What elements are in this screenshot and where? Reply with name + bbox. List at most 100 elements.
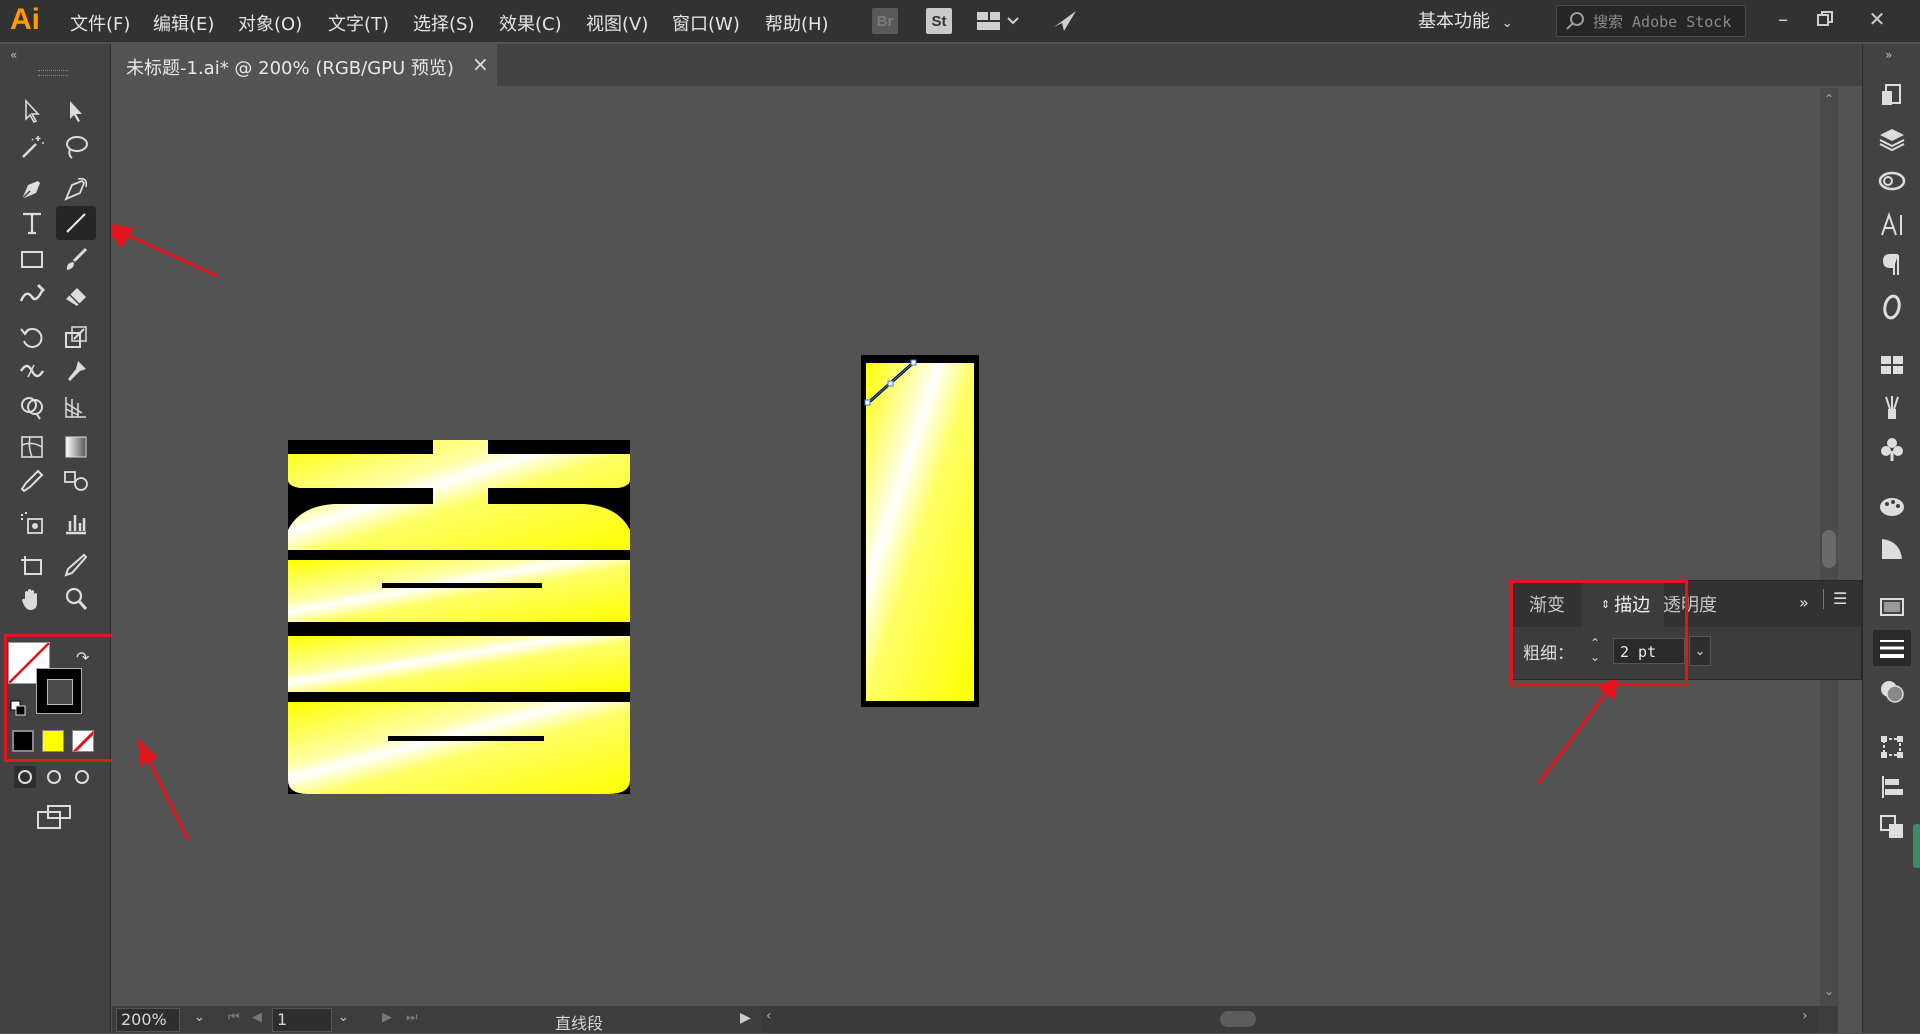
column-graph-tool-icon[interactable] [56,506,96,540]
search-icon [1566,12,1584,30]
canvas[interactable]: ⌃ ⌄ [112,88,1838,1006]
menu-bar: Ai 文件(F) 编辑(E) 对象(O) 文字(T) 选择(S) 效果(C) 视… [0,0,1920,42]
width-tool-icon[interactable] [12,354,52,388]
eraser-tool-icon[interactable] [56,278,96,312]
first-artboard-icon[interactable]: ⏮ [228,1010,240,1025]
line-segment-tool-icon[interactable] [56,206,96,240]
stock-button[interactable]: St [926,8,952,34]
stroke-icon [1880,640,1904,658]
layers-icon[interactable] [1877,124,1907,154]
paragraph-icon[interactable] [1877,250,1907,280]
puppet-warp-tool-icon[interactable] [56,354,96,388]
menu-help[interactable]: 帮助(H) [765,10,829,36]
shaper-tool-icon[interactable] [12,278,52,312]
slice-tool-icon[interactable] [56,548,96,582]
expand-panels-icon[interactable]: » [1885,48,1892,62]
hand-tool-icon[interactable] [12,582,52,616]
menu-effect[interactable]: 效果(C) [499,10,562,36]
zoom-dropdown-icon[interactable]: ⌄ [194,1010,205,1025]
next-artboard-icon[interactable]: ▶ [382,1010,392,1025]
libraries-icon[interactable] [1877,80,1907,110]
close-icon[interactable]: ✕ [1860,2,1894,36]
color-guide-icon[interactable] [1877,492,1907,522]
draw-normal-icon[interactable] [14,766,94,793]
artboard-number-value: 1 [277,1010,288,1029]
scrollbar-thumb[interactable] [1822,530,1836,568]
scroll-down-icon[interactable]: ⌄ [1824,984,1834,998]
collapse-panel-icon[interactable]: « [10,48,17,62]
zoom-tool-icon[interactable] [56,582,96,616]
close-tab-icon[interactable]: × [472,52,489,76]
type-tool-icon[interactable] [12,206,52,240]
horizontal-scrollbar[interactable]: ‹ › [762,1006,1818,1033]
panel-menu-icon[interactable]: ☰ [1833,589,1847,608]
bridge-button[interactable]: Br [872,8,898,34]
gradient-panel-icon[interactable] [1877,592,1907,622]
scale-tool-icon[interactable] [56,320,96,354]
document-tab[interactable]: 未标题-1.ai* @ 200% (RGB/GPU 预览) × [112,44,497,86]
last-artboard-icon[interactable]: ⏭ [406,1010,418,1025]
brushes-icon[interactable] [1877,392,1907,422]
menu-select[interactable]: 选择(S) [413,10,474,36]
creative-cloud-icon[interactable] [1877,166,1907,196]
menu-type[interactable]: 文字(T) [328,10,389,36]
minimize-icon[interactable]: – [1766,2,1800,36]
menu-view[interactable]: 视图(V) [586,10,648,36]
workspace-label: 基本功能 [1418,11,1490,32]
rotate-tool-icon[interactable] [12,320,52,354]
pen-tool-icon[interactable] [12,172,52,206]
chevron-down-icon: ⌄ [1501,16,1513,31]
screen-mode-icon[interactable] [36,802,72,837]
scroll-up-icon[interactable]: ⌃ [1824,92,1834,106]
menu-file[interactable]: 文件(F) [70,10,130,36]
restore-icon[interactable] [1808,2,1842,36]
weight-dropdown-icon[interactable]: ⌄ [1689,636,1711,666]
menu-edit[interactable]: 编辑(E) [153,10,214,36]
transform-icon[interactable] [1877,732,1907,762]
paintbrush-tool-icon[interactable] [56,242,96,276]
menu-object[interactable]: 对象(O) [238,10,302,36]
direct-selection-tool-icon[interactable] [56,94,96,128]
character-icon[interactable] [1877,210,1907,240]
lasso-tool-icon[interactable] [56,130,96,164]
vertical-scrollbar[interactable]: ⌃ ⌄ [1820,88,1838,1006]
gpu-performance-icon[interactable] [1050,7,1080,40]
tools-panel: « ↷ [0,44,146,1033]
symbols-icon[interactable] [1877,434,1907,464]
artboard-tool-icon[interactable] [12,548,52,582]
artboard-number-field[interactable]: 1 [272,1008,332,1032]
shape-builder-tool-icon[interactable] [12,390,52,424]
selection-tool-icon[interactable] [12,94,52,128]
previous-artboard-icon[interactable]: ◀ [252,1010,262,1025]
zoom-level-field[interactable]: 200% [116,1008,180,1032]
workspace-switcher[interactable]: 基本功能 ⌄ [1418,7,1513,33]
stock-search-input[interactable]: 搜索 Adobe Stock [1556,5,1746,37]
magic-wand-tool-icon[interactable] [12,130,52,164]
panel-grip[interactable] [38,70,68,76]
curvature-tool-icon[interactable] [56,172,96,206]
swatches-icon[interactable] [1877,350,1907,380]
stroke-panel-dock-button[interactable] [1873,630,1911,666]
h-scrollbar-thumb[interactable] [1220,1011,1256,1027]
rectangle-tool-icon[interactable] [12,242,52,276]
eyedropper-tool-icon[interactable] [12,464,52,498]
blend-tool-icon[interactable] [56,464,96,498]
scroll-right-icon[interactable]: › [1802,1008,1808,1024]
color-icon[interactable] [1877,534,1907,564]
align-icon[interactable] [1877,772,1907,802]
menu-window[interactable]: 窗口(W) [672,10,740,36]
transparency-icon[interactable] [1877,676,1907,706]
panel-collapse-icon[interactable]: » [1799,593,1809,612]
search-placeholder: 搜索 Adobe Stock [1593,13,1732,31]
mesh-tool-icon[interactable] [12,430,52,464]
arrange-documents-icon[interactable] [975,9,1023,38]
perspective-grid-tool-icon[interactable] [56,390,96,424]
scroll-left-icon[interactable]: ‹ [766,1008,772,1024]
gradient-tool-icon[interactable] [56,430,96,464]
status-menu-icon[interactable]: ▶ [740,1010,751,1026]
opentype-icon[interactable] [1877,292,1907,322]
pathfinder-icon[interactable] [1877,812,1907,842]
tab-divider [1823,589,1824,609]
artboard-dropdown-icon[interactable]: ⌄ [338,1010,349,1025]
symbol-sprayer-tool-icon[interactable] [12,506,52,540]
